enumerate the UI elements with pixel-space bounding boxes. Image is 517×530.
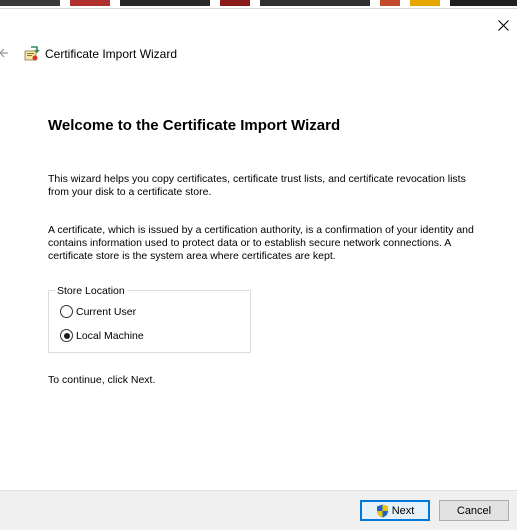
description-paragraph: A certificate, which is issued by a cert… [48,224,474,262]
back-arrow-icon [0,48,8,58]
back-button[interactable] [0,45,8,61]
certificate-wizard-icon [23,45,41,63]
close-button[interactable] [490,12,516,38]
continue-instruction: To continue, click Next. [48,374,156,386]
intro-paragraph: This wizard helps you copy certificates,… [48,173,466,198]
radio-local-machine-label: Local Machine [76,329,144,342]
next-button-label: Next [391,504,415,517]
page-heading: Welcome to the Certificate Import Wizard [48,117,341,134]
radio-current-user[interactable]: Current User [60,305,136,318]
store-location-group [48,290,251,353]
store-location-legend: Store Location [55,285,127,297]
radio-current-user-label: Current User [76,305,137,318]
radio-local-machine[interactable]: Local Machine [60,329,144,342]
close-icon [497,19,509,31]
wizard-title: Certificate Import Wizard [45,47,178,61]
cancel-button-label: Cancel [456,504,492,517]
cancel-button[interactable]: Cancel [439,500,509,521]
next-button[interactable]: Next [360,500,430,521]
radio-button-icon[interactable] [60,305,73,318]
background-window-strip [0,0,517,9]
uac-shield-icon [376,504,388,517]
radio-button-checked-icon[interactable] [60,329,73,342]
